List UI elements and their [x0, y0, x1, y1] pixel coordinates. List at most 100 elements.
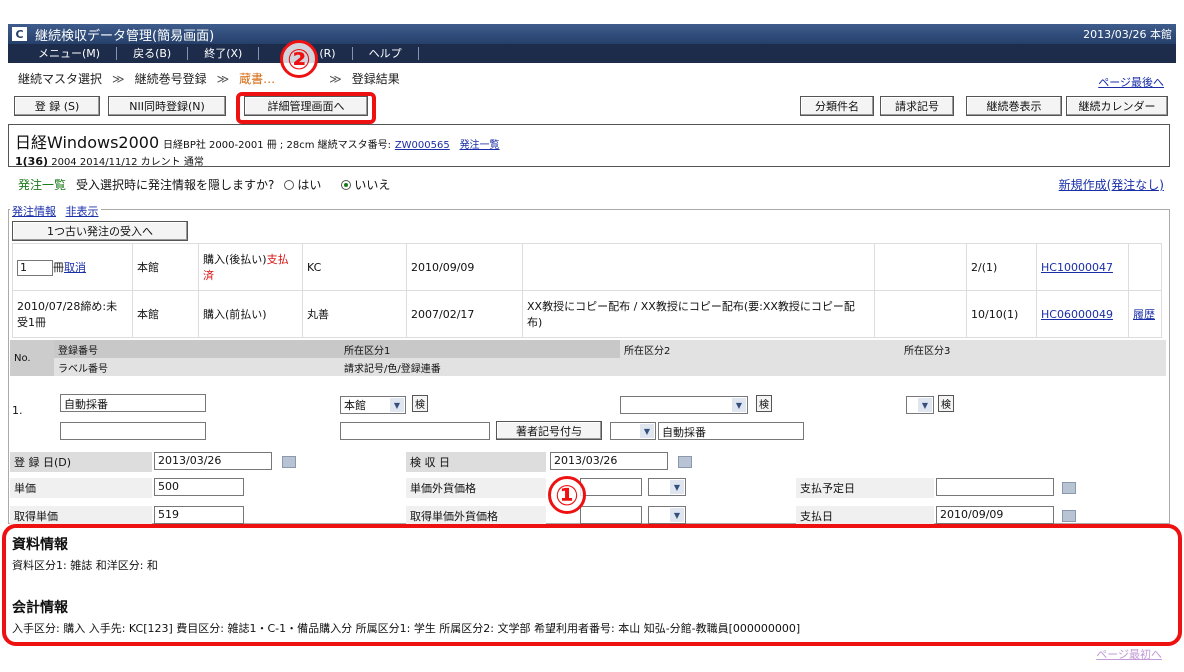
- nii-register-button[interactable]: NII同時登録(N): [108, 96, 226, 116]
- account-info-title: 会計情報: [12, 600, 68, 616]
- reg-no-input[interactable]: 自動採番: [60, 394, 206, 412]
- fx-price-label: 単価外貨価格: [406, 478, 546, 498]
- radio-no-icon: [341, 180, 352, 190]
- breadcrumb-sep: ≫: [329, 71, 342, 86]
- chevron-down-icon: ▼: [670, 480, 684, 494]
- pay-plan-label: 支払予定日: [796, 478, 934, 498]
- radio-yes[interactable]: はい: [284, 176, 321, 193]
- loc3-search-button[interactable]: 検: [938, 395, 954, 412]
- volume-details: 2004 2014/11/12 カレント 通常: [51, 157, 204, 168]
- price-input[interactable]: 500: [154, 478, 244, 496]
- cancel-link[interactable]: 取消: [64, 261, 86, 274]
- branch: 本館: [132, 290, 199, 338]
- fx-price-input[interactable]: [580, 478, 642, 496]
- author-code-button[interactable]: 著者記号付与: [496, 421, 602, 440]
- acq-fx-input[interactable]: [580, 506, 642, 524]
- order-date: 2007/02/17: [406, 290, 523, 338]
- breadcrumb-result[interactable]: 登録結果: [352, 70, 400, 87]
- radio-no[interactable]: いいえ: [341, 176, 390, 193]
- book-title: 日経Windows2000: [15, 133, 160, 152]
- register-button[interactable]: 登 録 (S): [14, 96, 100, 116]
- master-no-link[interactable]: ZW000565: [395, 140, 450, 151]
- calendar-button[interactable]: 継続カレンダー: [1066, 96, 1168, 116]
- older-order-button[interactable]: 1つ古い発注の受入へ: [12, 221, 188, 241]
- title-date: 2013/03/26 本館: [1083, 28, 1172, 41]
- pay-date-label: 支払日: [796, 506, 934, 526]
- qty-input[interactable]: 1: [17, 259, 53, 276]
- inspection-date-input[interactable]: 2013/03/26: [550, 452, 668, 470]
- serial-input[interactable]: 自動採番: [658, 422, 804, 440]
- calendar-icon[interactable]: [1062, 482, 1076, 494]
- history-link[interactable]: 履歴: [1133, 308, 1155, 321]
- hide-question: 受入選択時に発注情報を隠しますか?: [76, 178, 275, 192]
- breadcrumb-volume[interactable]: 継続巻号登録: [135, 70, 207, 87]
- reg-date-input[interactable]: 2013/03/26: [154, 452, 272, 470]
- loc1-select[interactable]: 本館 ▼: [340, 396, 406, 414]
- order-qty-cell: 2010/07/28締め:未受1冊: [12, 290, 133, 338]
- order-date: 2010/09/09: [406, 243, 523, 291]
- radio-yes-label: はい: [297, 178, 322, 192]
- annotation-two: ②: [280, 40, 318, 78]
- acq-currency-select[interactable]: ▼: [648, 506, 686, 524]
- menu-bar: メニュー(M) 戻る(B) 終了(X) (R) ヘルプ: [8, 44, 1176, 63]
- price-label: 単価: [10, 478, 152, 498]
- order-no-cell: HC06000049: [1036, 290, 1129, 338]
- chevron-down-icon: ▼: [390, 398, 404, 412]
- pay-date-input[interactable]: 2010/09/09: [936, 506, 1054, 524]
- order-list-label: 発注一覧: [18, 178, 67, 192]
- acq-price-label: 取得単価: [10, 506, 152, 526]
- order-count: 10/10(1): [966, 290, 1037, 338]
- pay-type-text: 購入(前払い): [203, 308, 267, 321]
- breadcrumb-sep: ≫: [216, 71, 230, 86]
- order-info-label[interactable]: 発注情報: [12, 205, 56, 218]
- currency-select[interactable]: ▼: [648, 478, 686, 496]
- page-first-link[interactable]: ページ最初へ: [1096, 646, 1162, 662]
- menu-item-back[interactable]: 戻る(B): [117, 47, 189, 60]
- color-select[interactable]: ▼: [610, 422, 656, 440]
- new-create-link[interactable]: 新規作成(発注なし): [1059, 176, 1164, 193]
- breadcrumb-master[interactable]: 継続マスタ選択: [18, 70, 102, 87]
- request-code-input[interactable]: [340, 422, 490, 440]
- grid-loc2-header: 所在区分2: [620, 340, 900, 358]
- order-blank: [874, 290, 967, 338]
- pay-type-text: 購入(後払い): [203, 253, 267, 266]
- history-cell: 履歴: [1128, 290, 1162, 338]
- loc2-select[interactable]: ▼: [620, 396, 748, 414]
- page-last-link[interactable]: ページ最後へ: [1098, 74, 1164, 90]
- radio-yes-icon: [284, 180, 295, 190]
- calendar-icon[interactable]: [678, 456, 692, 468]
- window-title: 継続検収データ管理(簡易画面): [35, 28, 215, 44]
- chevron-down-icon: ▼: [732, 398, 746, 412]
- pay-plan-input[interactable]: [936, 478, 1054, 496]
- grid-request-header: 請求記号/色/登録連番: [340, 358, 1166, 376]
- order-no-link[interactable]: HC10000047: [1041, 261, 1113, 274]
- menu-item-exit[interactable]: 終了(X): [188, 47, 260, 60]
- label-no-input[interactable]: [60, 422, 206, 440]
- pay-type: 購入(後払い)支払済: [198, 243, 303, 291]
- order-status: 2010/07/28締め:未受1冊: [17, 300, 118, 329]
- window-titlebar: C 継続検収データ管理(簡易画面) 2013/03/26 本館: [8, 24, 1176, 44]
- order-note: XX教授にコピー配布 / XX教授にコピー配布(要:XX教授にコピー配布): [522, 290, 875, 338]
- order-list-link[interactable]: 発注一覧: [460, 140, 500, 151]
- calendar-icon[interactable]: [1062, 510, 1076, 522]
- loc1-search-button[interactable]: 検: [412, 395, 428, 412]
- acq-price-input[interactable]: 519: [154, 506, 244, 524]
- hide-link[interactable]: 非表示: [66, 205, 99, 218]
- registration-grid: No. 登録番号 所在区分1 所在区分2 所在区分3 ラベル番号 請求記号/色/…: [10, 340, 1166, 446]
- order-count: 2/(1): [966, 243, 1037, 291]
- order-no-link[interactable]: HC06000049: [1041, 308, 1113, 321]
- order-blank: [874, 243, 967, 291]
- account-info-body: 入手区分: 購入 入手先: KC[123] 費目区分: 雑誌1・C-1・備品購入…: [12, 622, 801, 635]
- menu-item-menu[interactable]: メニュー(M): [8, 47, 118, 60]
- classify-button[interactable]: 分類件名: [800, 96, 874, 116]
- loc3-select[interactable]: ▼: [906, 396, 934, 414]
- inspection-date-label: 検 収 日: [406, 452, 546, 472]
- show-volume-button[interactable]: 継続巻表示: [966, 96, 1062, 116]
- order-info-legend: 発注情報 非表示: [10, 203, 101, 219]
- menu-item-help[interactable]: ヘルプ: [353, 47, 419, 60]
- loc2-search-button[interactable]: 検: [756, 395, 772, 412]
- bib-info-box: 日経Windows2000 日経BP社 2000-2001 冊 ; 28cm 継…: [8, 124, 1170, 168]
- calendar-icon[interactable]: [282, 456, 296, 468]
- request-code-button[interactable]: 請求記号: [880, 96, 954, 116]
- order-bar: 発注一覧 受入選択時に発注情報を隠しますか? はい いいえ: [18, 176, 390, 193]
